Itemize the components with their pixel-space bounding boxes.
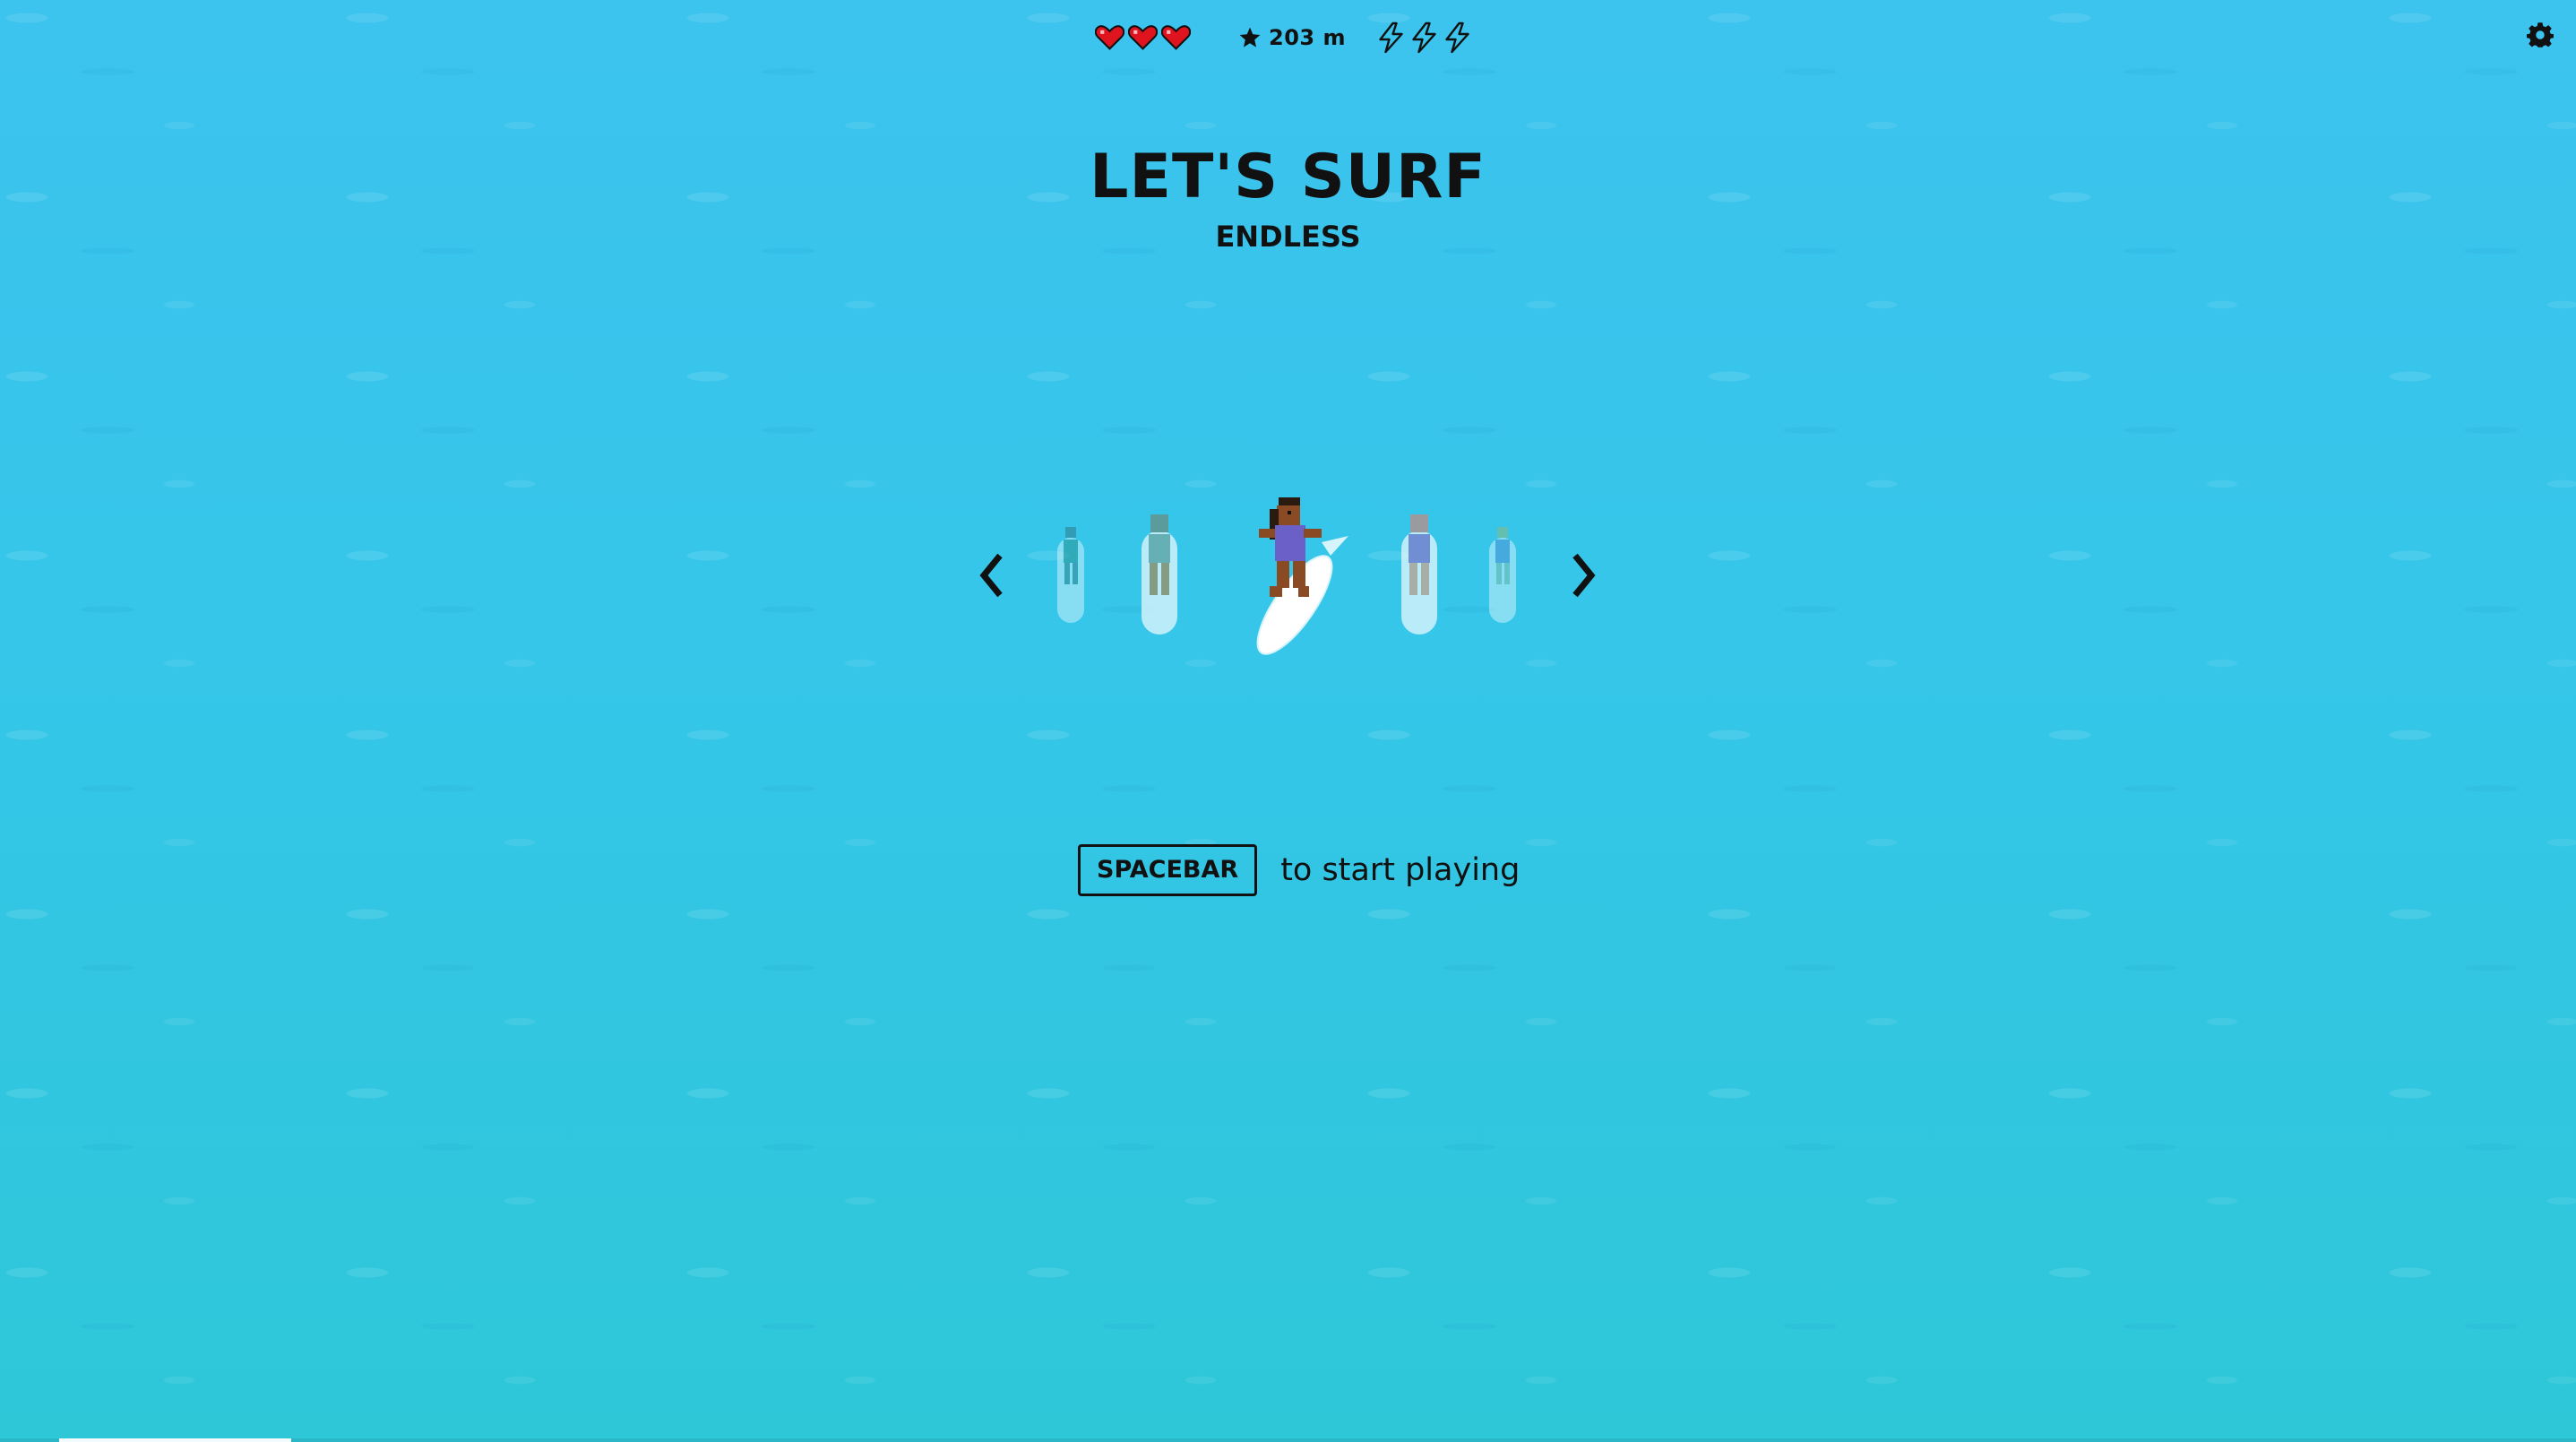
distance-indicator: 203 m <box>1238 20 1346 56</box>
star-icon <box>1239 27 1261 47</box>
surfer-option[interactable] <box>1391 509 1448 639</box>
selected-surfer[interactable] <box>1223 493 1371 663</box>
heart-icon <box>1161 25 1191 50</box>
lightning-icon <box>1445 22 1469 54</box>
lightning-icon <box>1379 22 1403 54</box>
gear-icon[interactable] <box>2527 22 2554 48</box>
boost-indicator <box>1376 20 1472 56</box>
chevron-right-icon[interactable] <box>1564 548 1600 602</box>
surfer-option[interactable] <box>1048 520 1093 627</box>
surfer-option[interactable] <box>1480 520 1525 627</box>
ocean-background <box>0 0 2576 1442</box>
start-hint: SPACEBAR to start playing <box>1078 844 1520 896</box>
game-mode-label: ENDLESS <box>1215 220 1361 254</box>
spacebar-key[interactable]: SPACEBAR <box>1078 844 1258 896</box>
surfer-option[interactable] <box>1131 509 1188 639</box>
chevron-left-icon[interactable] <box>975 548 1011 602</box>
lives-indicator <box>1095 20 1191 56</box>
start-hint-text: to start playing <box>1280 852 1521 888</box>
heart-icon <box>1128 25 1158 50</box>
lightning-icon <box>1412 22 1436 54</box>
game-title: LET'S SURF <box>1090 142 1486 212</box>
progress-fill <box>59 1438 291 1442</box>
progress-bar <box>0 1438 2576 1442</box>
distance-value: 203 m <box>1269 25 1346 50</box>
heart-icon <box>1095 25 1124 50</box>
